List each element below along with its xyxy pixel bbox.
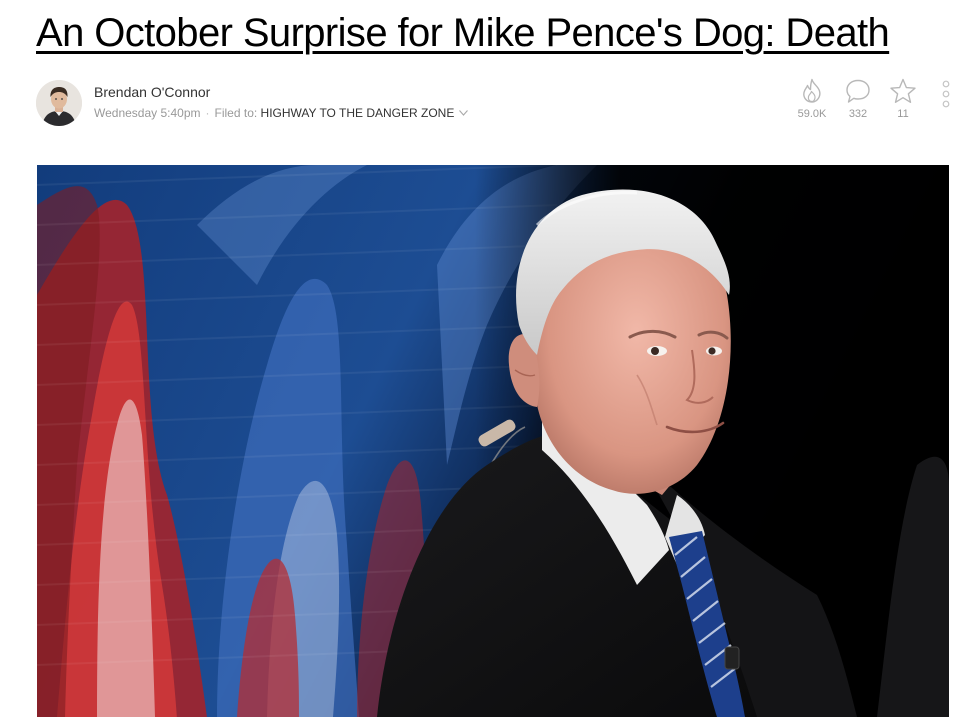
filed-to-label: Filed to:: [214, 106, 258, 120]
flame-icon: [803, 78, 821, 103]
vertical-ellipsis-icon[interactable]: [940, 80, 952, 110]
article-meta: Wednesday 5:40pm · Filed to: HIGHWAY TO TH…: [94, 104, 469, 121]
star-icon: [890, 78, 916, 103]
views-stat[interactable]: 59.0K: [793, 78, 831, 121]
author-name[interactable]: Brendan O'Connor: [94, 83, 210, 101]
publish-timestamp: Wednesday 5:40pm: [94, 106, 201, 120]
article-headline[interactable]: An October Surprise for Mike Pence's Dog…: [36, 8, 890, 58]
meta-separator: ·: [205, 106, 210, 120]
hero-image[interactable]: [37, 165, 949, 717]
views-count: 59.0K: [797, 108, 827, 120]
speech-bubble-icon: [846, 79, 870, 103]
chevron-down-icon[interactable]: [459, 104, 469, 120]
stars-stat[interactable]: 11: [888, 78, 918, 121]
filed-tag-link[interactable]: HIGHWAY TO THE DANGER ZONE: [261, 106, 455, 120]
author-avatar[interactable]: [36, 80, 82, 126]
comments-count: 332: [848, 108, 868, 120]
comments-stat[interactable]: 332: [843, 78, 873, 121]
stars-count: 11: [897, 108, 909, 120]
